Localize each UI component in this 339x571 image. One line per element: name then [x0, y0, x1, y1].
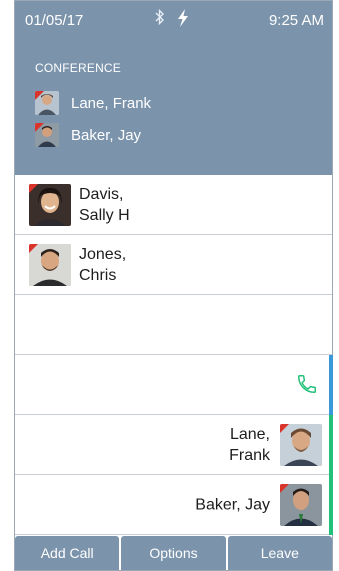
- conference-indicator: [329, 415, 333, 475]
- conference-header: CONFERENCE Lane, Frank Baker, Jay: [15, 37, 332, 175]
- avatar: [280, 484, 322, 526]
- status-icons: [155, 9, 189, 27]
- participant-list: Davis, Sally H Jones, Chris Lane, Frank …: [15, 175, 333, 535]
- avatar: [35, 91, 59, 115]
- participant-name: Baker, Jay: [71, 126, 142, 144]
- call-row[interactable]: [15, 355, 333, 415]
- power-bolt-icon: [177, 9, 189, 27]
- status-time: 9:25 AM: [268, 12, 324, 29]
- phone-screen: 01/05/17 9:25 AM CONFERENCE Lane, Frank …: [14, 0, 333, 571]
- empty-row: [15, 295, 332, 355]
- options-button[interactable]: Options: [121, 536, 226, 570]
- avatar: [29, 183, 71, 226]
- contact-name: Baker, Jay: [195, 496, 270, 513]
- avatar: [35, 123, 59, 147]
- participant-name: Lane, Frank: [71, 94, 152, 112]
- contact-name: Jones, Chris: [79, 245, 127, 284]
- contact-name: Davis, Sally H: [79, 185, 130, 224]
- list-item[interactable]: Jones, Chris: [15, 235, 332, 295]
- avatar: [280, 424, 322, 466]
- leave-button[interactable]: Leave: [227, 536, 332, 570]
- action-bar: Add Call Options Leave: [15, 536, 332, 570]
- status-date: 01/05/17: [25, 12, 84, 29]
- avatar: [29, 243, 71, 286]
- conference-participant[interactable]: Lane, Frank: [35, 91, 151, 115]
- active-call-indicator: [329, 355, 333, 415]
- add-call-button[interactable]: Add Call: [15, 536, 120, 570]
- conference-participant[interactable]: Baker, Jay: [35, 123, 141, 147]
- list-item[interactable]: Davis, Sally H: [15, 175, 332, 235]
- bluetooth-icon: [155, 9, 165, 27]
- contact-name: Lane, Frank: [229, 425, 270, 464]
- status-bar: 01/05/17 9:25 AM: [15, 1, 332, 37]
- list-item[interactable]: Baker, Jay: [15, 475, 333, 535]
- phone-icon[interactable]: [296, 373, 318, 400]
- list-item[interactable]: Lane, Frank: [15, 415, 333, 475]
- conference-label: CONFERENCE: [35, 61, 122, 75]
- conference-indicator: [329, 475, 333, 535]
